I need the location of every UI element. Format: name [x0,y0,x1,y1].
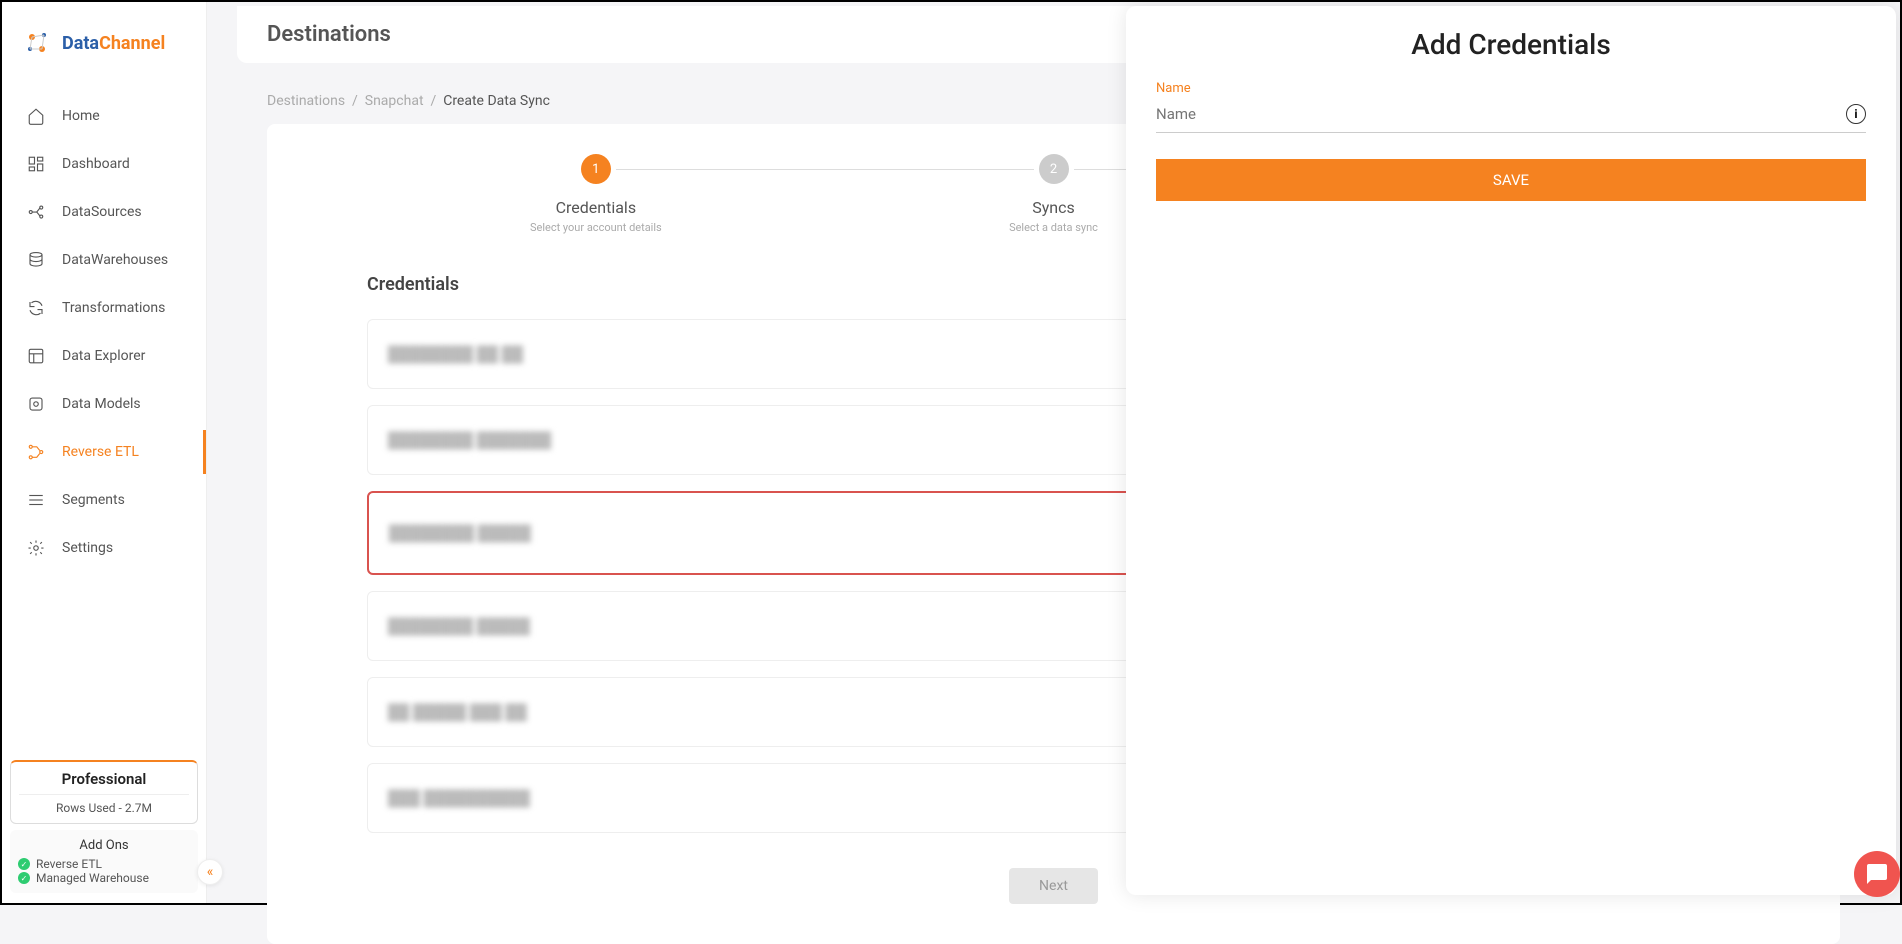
step-sub: Select your account details [367,221,825,234]
plan-rows: Rows Used - 2.7M [19,794,189,815]
dashboard-icon [26,154,46,174]
addons-card: Add Ons ✓Reverse ETL ✓Managed Warehouse [10,830,198,893]
transformations-icon [26,298,46,318]
step-number: 1 [581,154,611,184]
nav-datawarehouses[interactable]: DataWarehouses [2,238,206,282]
nav-dataexplorer[interactable]: Data Explorer [2,334,206,378]
credential-name: ████████ ██ ██ [388,345,523,363]
step-number: 2 [1039,154,1069,184]
nav: Home Dashboard DataSources DataWarehouse… [2,84,206,580]
name-label: Name [1156,81,1866,96]
next-button[interactable]: Next [1009,868,1098,904]
nav-transformations[interactable]: Transformations [2,286,206,330]
gear-icon [26,538,46,558]
nav-label: Transformations [62,300,165,316]
credential-name: ██ █████ ███ ██ [388,703,527,721]
datasources-icon [26,202,46,222]
nav-label: Segments [62,492,125,508]
nav-reverseetl[interactable]: Reverse ETL [2,430,206,474]
warehouses-icon [26,250,46,270]
plan-card[interactable]: Professional Rows Used - 2.7M [10,760,198,824]
models-icon [26,394,46,414]
sidebar: DataChannel Home Dashboard DataSources D… [2,2,207,903]
plan-name: Professional [19,770,189,788]
nav-datasources[interactable]: DataSources [2,190,206,234]
segments-icon [26,490,46,510]
chat-fab[interactable] [1854,851,1900,897]
info-icon[interactable]: i [1846,104,1866,124]
nav-label: DataWarehouses [62,252,168,268]
home-icon [26,106,46,126]
nav-segments[interactable]: Segments [2,478,206,522]
credential-name: ████████ █████ [389,524,531,542]
section-title: Credentials [367,274,459,295]
panel-title: Add Credentials [1156,28,1866,61]
explorer-icon [26,346,46,366]
nav-datamodels[interactable]: Data Models [2,382,206,426]
crumb-destinations[interactable]: Destinations [267,93,345,109]
nav-settings[interactable]: Settings [2,526,206,570]
nav-label: Settings [62,540,113,556]
check-icon: ✓ [18,872,30,884]
addon-reverseetl: ✓Reverse ETL [18,857,190,871]
nav-label: DataSources [62,204,142,220]
nav-label: Dashboard [62,156,130,172]
reverseetl-icon [26,442,46,462]
nav-dashboard[interactable]: Dashboard [2,142,206,186]
name-input[interactable] [1156,105,1836,123]
add-credentials-panel: Add Credentials Name i SAVE [1126,6,1896,895]
addons-title: Add Ons [18,838,190,853]
crumb-current: Create Data Sync [443,93,550,109]
crumb-snapchat[interactable]: Snapchat [365,93,424,109]
step-title: Credentials [367,198,825,217]
nav-label: Data Explorer [62,348,145,364]
credential-name: ████████ █████ [388,617,530,635]
addon-warehouse: ✓Managed Warehouse [18,871,190,885]
nav-home[interactable]: Home [2,94,206,138]
brand-logo[interactable]: DataChannel [2,2,206,84]
check-icon: ✓ [18,858,30,870]
brand-text: DataChannel [62,33,165,54]
brand-icon [22,27,54,59]
step-credentials[interactable]: 1 Credentials Select your account detail… [367,154,825,234]
credential-name: ████████ ███████ [388,431,551,449]
nav-label: Home [62,108,100,124]
credential-name: ███ ██████████ [388,789,530,807]
page-title: Destinations [267,22,391,47]
nav-label: Data Models [62,396,141,412]
nav-label: Reverse ETL [62,444,139,460]
plan-box: Professional Rows Used - 2.7M Add Ons ✓R… [10,760,198,893]
save-button[interactable]: SAVE [1156,159,1866,201]
